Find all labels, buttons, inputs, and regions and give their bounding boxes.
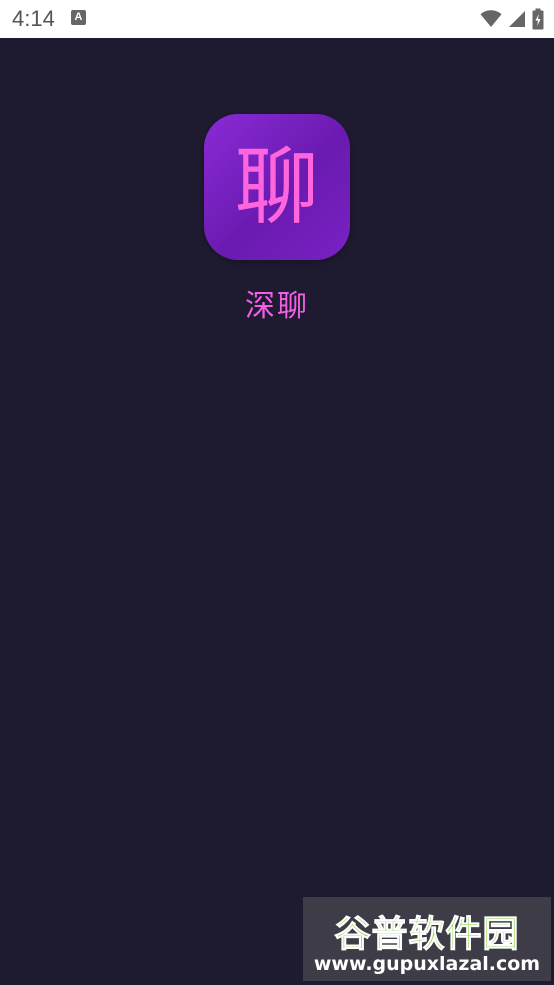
signal-icon	[509, 11, 525, 27]
status-bar: 4:14 A	[0, 0, 554, 38]
watermark-url: www.gupuxlazal.com	[313, 953, 541, 975]
app-name: 深聊	[245, 289, 309, 324]
a-icon: A	[71, 10, 86, 25]
watermark-title: 谷普软件园	[334, 914, 520, 956]
status-time: 4:14	[12, 6, 55, 31]
status-icons	[480, 7, 544, 31]
battery-icon	[532, 8, 544, 30]
app-logo-icon: 聊	[204, 114, 350, 260]
watermark: 谷普软件园 www.gupuxlazal.com	[303, 897, 551, 981]
app-icon-glyph: 聊	[234, 138, 319, 236]
wifi-icon	[480, 10, 502, 28]
splash-screen: 聊 深聊	[0, 38, 554, 985]
